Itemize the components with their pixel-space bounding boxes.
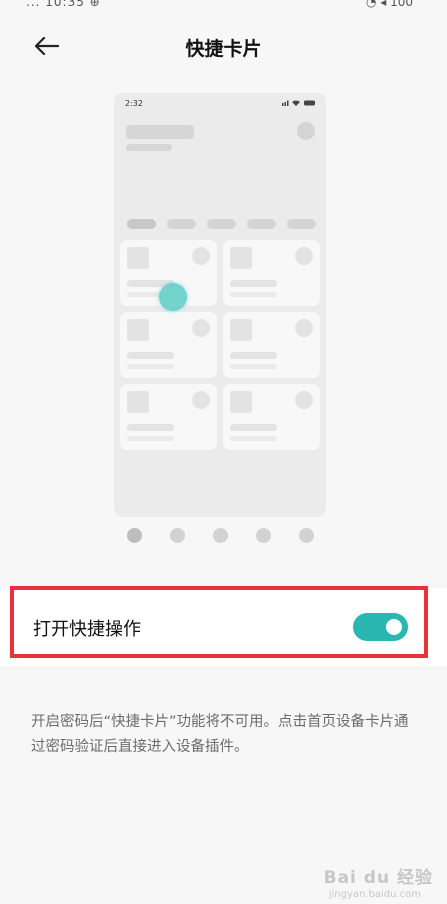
phone-preview: 2:32 — [114, 93, 326, 517]
status-bar: ... 10:35 ⊕ ◔ ◂ 100 — [0, 0, 447, 14]
watermark-logo: Bai du 经验 — [323, 868, 433, 888]
wifi-icon — [292, 100, 300, 106]
preview-tab — [167, 219, 196, 229]
page-dot[interactable] — [256, 528, 271, 543]
battery-icon — [304, 100, 315, 106]
preview-device-card — [223, 312, 320, 378]
preview-avatar — [297, 122, 315, 140]
header: 快捷卡片 — [0, 22, 447, 70]
page-dot[interactable] — [213, 528, 228, 543]
signal-icon — [282, 103, 284, 106]
watermark-url: jingyan.baidu.com — [328, 889, 421, 900]
preview-tab — [207, 219, 236, 229]
page-dot[interactable] — [170, 528, 185, 543]
page-dot[interactable] — [299, 528, 314, 543]
preview-tab — [247, 219, 276, 229]
preview-title-bar — [126, 125, 194, 139]
preview-device-card — [223, 384, 320, 450]
status-icons: ◔ ◂ 100 — [365, 0, 413, 9]
preview-tab — [127, 219, 156, 229]
preview-status-icons — [282, 100, 315, 106]
page-dot[interactable] — [127, 528, 142, 543]
preview-subtitle-bar — [126, 144, 172, 151]
page-indicator — [0, 528, 447, 544]
preview-device-card — [120, 312, 217, 378]
page-title: 快捷卡片 — [185, 38, 262, 60]
status-time: ... 10:35 ⊕ — [26, 0, 101, 9]
preview-time: 2:32 — [125, 99, 143, 108]
preview-device-card — [120, 384, 217, 450]
touch-indicator — [159, 283, 187, 311]
preview-tab — [287, 219, 316, 229]
description-text: 开启密码后“快捷卡片”功能将不可用。点击首页设备卡片通过密码验证后直接进入设备插… — [31, 714, 409, 755]
annotation-highlight-box — [10, 586, 428, 658]
preview-device-card — [223, 240, 320, 306]
